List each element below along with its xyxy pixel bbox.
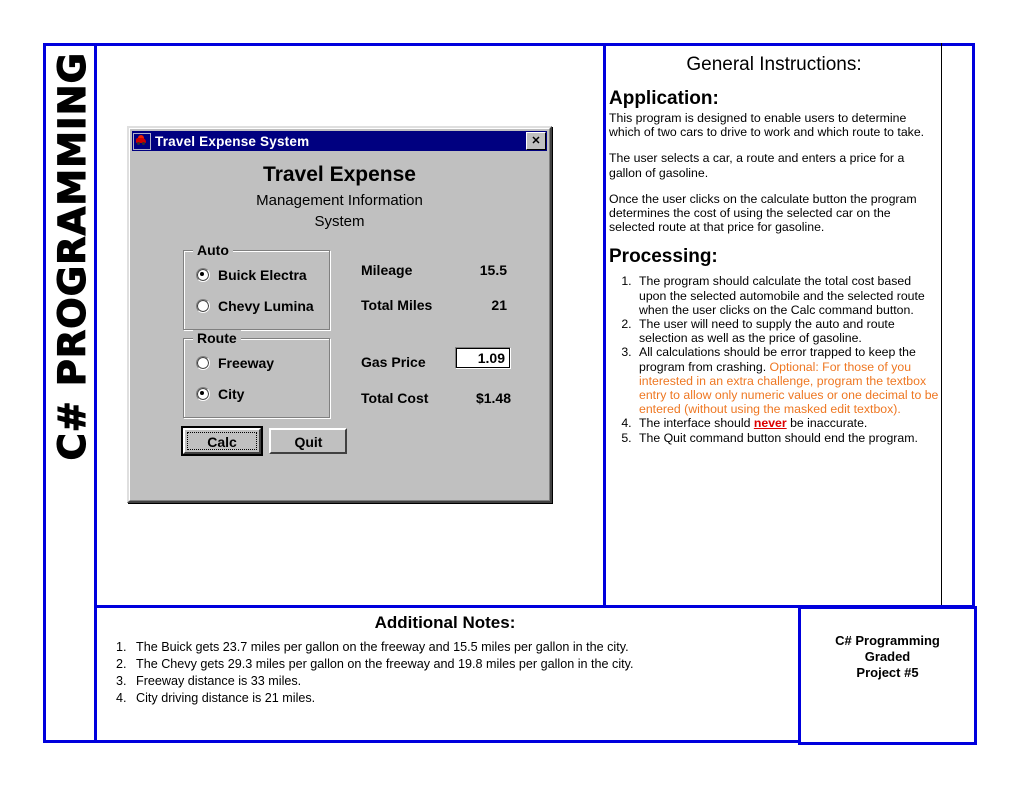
spine-strip: C# PROGRAMMING — [43, 43, 94, 743]
project-label: C# Programming Graded Project #5 — [801, 633, 974, 681]
dialog-button-row: Calc Quit — [181, 426, 348, 456]
dialog-subheading-line1: Management Information — [256, 192, 423, 209]
route-group-label: Route — [193, 330, 241, 346]
instructions-right-rule — [941, 43, 942, 608]
instructions-title: General Instructions: — [686, 54, 862, 75]
list-item: The interface should never be inaccurate… — [635, 416, 939, 430]
list-item: The program should calculate the total c… — [635, 274, 939, 317]
mileage-value: 15.5 — [479, 262, 507, 278]
quit-button[interactable]: Quit — [269, 428, 348, 454]
car-icon — [133, 132, 151, 150]
list-item: The Quit command button should end the p… — [635, 431, 939, 445]
list-item: The Buick gets 23.7 miles per gallon on … — [130, 639, 790, 656]
radio-label: City — [218, 386, 245, 402]
dialog-subheading: Management Information System — [129, 190, 550, 232]
dialog-titlebar: Travel Expense System ✕ — [132, 131, 547, 151]
radio-city[interactable]: City — [196, 386, 244, 402]
list-item: The user will need to supply the auto an… — [635, 317, 939, 345]
total-cost-label: Total Cost — [361, 390, 429, 406]
application-paragraph: Once the user clicks on the calculate bu… — [609, 191, 917, 235]
additional-notes-list: The Buick gets 23.7 miles per gallon on … — [100, 639, 790, 707]
radio-freeway[interactable]: Freeway — [196, 355, 274, 371]
radio-buick-electra[interactable]: Buick Electra — [196, 267, 307, 283]
list-item: The Chevy gets 29.3 miles per gallon on … — [130, 656, 790, 673]
dialog-title: Travel Expense System — [155, 133, 310, 149]
list-item: City driving distance is 21 miles. — [130, 690, 790, 707]
worksheet-page: C# PROGRAMMING Travel Expense System ✕ T… — [0, 0, 1024, 791]
gas-price-label: Gas Price — [361, 354, 426, 370]
processing-list: The program should calculate the total c… — [609, 274, 939, 444]
radio-icon[interactable] — [196, 356, 210, 370]
total-miles-value: 21 — [491, 297, 507, 313]
application-heading: Application: — [609, 88, 719, 109]
dialog-subheading-line2: System — [314, 213, 365, 230]
radio-label: Freeway — [218, 355, 275, 371]
project-info-box: C# Programming Graded Project #5 — [798, 606, 977, 745]
application-paragraph: This program is designed to enable users… — [609, 111, 925, 140]
spine-title: C# PROGRAMMING — [50, 51, 94, 461]
radio-icon[interactable] — [196, 268, 210, 282]
instructions-panel: General Instructions: Application: This … — [609, 46, 939, 604]
project-line-2: Graded — [864, 649, 911, 664]
application-paragraph: The user selects a car, a route and ente… — [609, 151, 905, 180]
dialog-heading: Travel Expense — [263, 163, 416, 186]
mileage-label: Mileage — [361, 262, 413, 278]
radio-chevy-lumina[interactable]: Chevy Lumina — [196, 298, 314, 314]
total-miles-label: Total Miles — [361, 297, 433, 313]
radio-label: Chevy Lumina — [218, 298, 314, 314]
list-item-text: be inaccurate. — [786, 416, 868, 431]
spine-divider — [94, 43, 97, 743]
radio-icon[interactable] — [196, 387, 210, 401]
project-line-3: Project #5 — [856, 665, 919, 680]
additional-notes-panel: Additional Notes: The Buick gets 23.7 mi… — [100, 608, 790, 742]
gas-price-input[interactable]: 1.09 — [455, 347, 511, 369]
auto-group-label: Auto — [193, 242, 233, 258]
calc-button[interactable]: Calc — [181, 426, 263, 456]
auto-groupbox: Auto Buick Electra Chevy Lumina — [183, 242, 330, 330]
additional-notes-title: Additional Notes: — [374, 613, 516, 632]
close-icon[interactable]: ✕ — [526, 132, 546, 150]
processing-heading: Processing: — [609, 246, 718, 268]
travel-expense-dialog: Travel Expense System ✕ Travel Expense M… — [127, 126, 552, 503]
list-item-text: The interface should — [639, 416, 754, 431]
total-cost-value: $1.48 — [475, 390, 511, 406]
radio-label: Buick Electra — [218, 267, 307, 283]
emphasis-never: never — [753, 416, 787, 431]
middle-divider — [603, 43, 606, 608]
route-groupbox: Route Freeway City — [183, 330, 330, 418]
list-item: All calculations should be error trapped… — [635, 345, 939, 416]
list-item: Freeway distance is 33 miles. — [130, 673, 790, 690]
radio-icon[interactable] — [196, 299, 210, 313]
project-line-1: C# Programming — [835, 633, 940, 648]
